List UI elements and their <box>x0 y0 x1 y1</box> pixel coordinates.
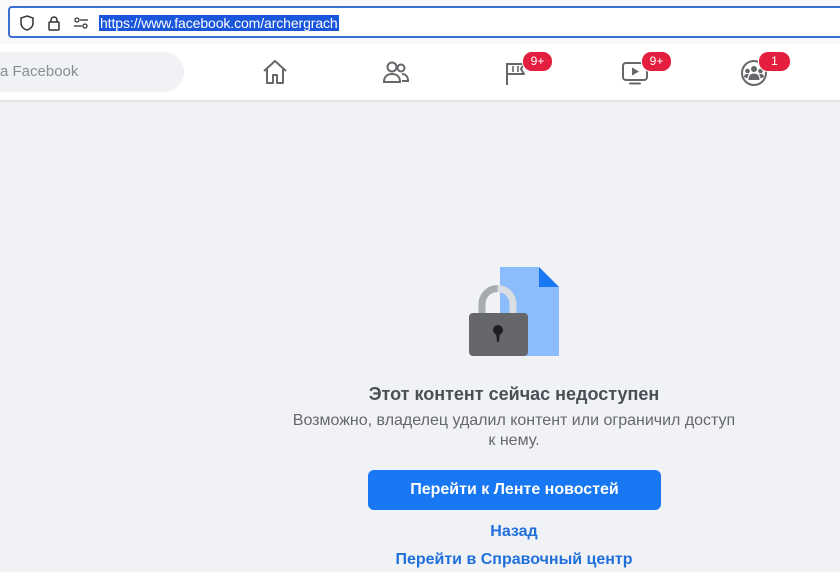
back-link[interactable]: Назад <box>0 523 840 541</box>
page-description: Возможно, владелец удалил контент или ог… <box>292 412 736 449</box>
notification-badge: 9+ <box>522 51 553 72</box>
search-placeholder: а Facebook <box>0 63 79 80</box>
nav-watch[interactable]: 9+ <box>580 44 690 100</box>
notification-badge: 1 <box>758 51 791 72</box>
nav-home[interactable] <box>220 44 330 100</box>
locked-content-illustration <box>469 267 559 356</box>
nav-friends[interactable] <box>341 44 451 100</box>
help-center-link[interactable]: Перейти в Справочный центр <box>0 551 840 569</box>
friends-icon <box>382 61 410 83</box>
browser-toolbar: https://www.facebook.com/archergrach <box>0 0 840 44</box>
page-title: Этот контент сейчас недоступен <box>368 384 660 404</box>
lock-icon[interactable] <box>45 15 63 31</box>
shield-icon[interactable] <box>18 15 36 31</box>
url-text[interactable]: https://www.facebook.com/archergrach <box>99 15 339 31</box>
search-input[interactable]: а Facebook <box>0 52 184 92</box>
nav-pages[interactable]: 9+ <box>461 44 571 100</box>
home-icon <box>263 60 287 84</box>
facebook-top-nav: а Facebook 9+ 9+ 1 <box>0 44 840 100</box>
permissions-icon[interactable] <box>72 15 90 31</box>
nav-groups[interactable]: 1 <box>699 44 809 100</box>
notification-badge: 9+ <box>641 51 672 72</box>
address-bar[interactable]: https://www.facebook.com/archergrach <box>8 6 840 38</box>
go-to-news-feed-button[interactable]: Перейти к Ленте новостей <box>368 470 661 510</box>
